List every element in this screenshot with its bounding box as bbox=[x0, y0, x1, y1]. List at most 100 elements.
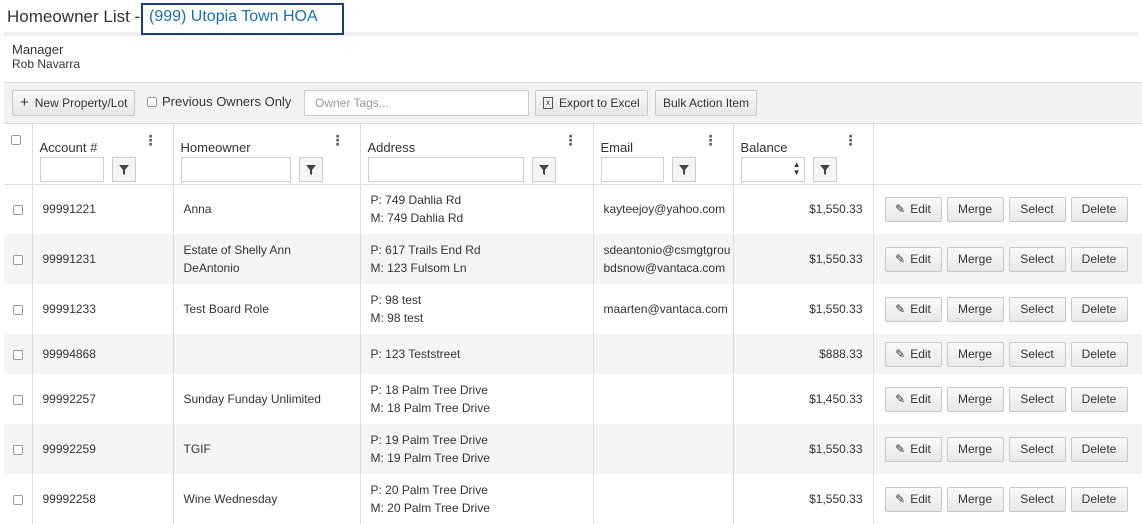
address-cell: P: 19 Palm Tree Drive M: 19 Palm Tree Dri… bbox=[360, 424, 594, 474]
email-cell: sdeantonio@csmgtgrou bdsnow@vantaca.com bbox=[593, 234, 734, 284]
email-header-label: Email bbox=[600, 140, 634, 155]
email-cell: maarten@vantaca.com bbox=[593, 284, 734, 334]
homeowner-column-header: Homeowner ⋮ bbox=[173, 124, 361, 185]
pencil-icon: ✎ bbox=[895, 302, 906, 316]
merge-button[interactable]: Merge bbox=[946, 386, 1004, 412]
delete-button[interactable]: Delete bbox=[1070, 386, 1128, 412]
homeowner-header-label: Homeowner bbox=[180, 140, 251, 155]
new-property-button[interactable]: + New Property/Lot bbox=[12, 90, 136, 116]
row-checkbox[interactable] bbox=[12, 205, 23, 216]
homeowner-filter-input[interactable] bbox=[180, 157, 291, 182]
account-cell: 99991231 bbox=[32, 234, 174, 284]
delete-button[interactable]: Delete bbox=[1070, 196, 1128, 222]
pencil-icon: ✎ bbox=[895, 202, 906, 217]
pencil-icon: ✎ bbox=[895, 392, 906, 406]
email-filter-input[interactable] bbox=[600, 157, 664, 182]
previous-owners-label: Previous Owners Only bbox=[162, 94, 292, 109]
merge-button[interactable]: Merge bbox=[946, 436, 1004, 462]
edit-button[interactable]: ✎ Edit bbox=[884, 386, 942, 412]
delete-button[interactable]: Delete bbox=[1070, 296, 1128, 322]
pencil-icon: ✎ bbox=[895, 492, 906, 506]
account-cell: 99992259 bbox=[32, 424, 174, 474]
column-menu-icon[interactable]: ⋮ bbox=[331, 133, 345, 147]
row-checkbox[interactable] bbox=[12, 394, 23, 405]
manager-name: Rob Navarra bbox=[12, 57, 81, 71]
email-column-header: Email ⋮ bbox=[593, 124, 734, 185]
row-checkbox[interactable] bbox=[12, 349, 23, 360]
homeowner-cell: Test Board Role bbox=[173, 284, 361, 334]
address-cell: P: 123 Teststreet bbox=[360, 334, 594, 374]
filter-icon[interactable] bbox=[298, 157, 323, 182]
edit-button[interactable]: ✎ Edit bbox=[884, 436, 942, 462]
homeowner-cell: Anna bbox=[173, 184, 361, 234]
select-button[interactable]: Select bbox=[1008, 341, 1066, 367]
table-row: 99994868 P: 123 Teststreet $888.33 ✎ Edit… bbox=[4, 334, 1142, 374]
actions-cell: ✎ Edit Merge Select Delete bbox=[873, 334, 1142, 374]
manager-label: Manager bbox=[12, 42, 64, 57]
address-filter-input[interactable] bbox=[367, 157, 524, 182]
edit-button[interactable]: ✎ Edit bbox=[884, 341, 942, 367]
select-button[interactable]: Select bbox=[1008, 486, 1066, 512]
column-menu-icon[interactable]: ⋮ bbox=[844, 133, 858, 147]
filter-icon[interactable] bbox=[812, 157, 837, 182]
select-all-checkbox[interactable] bbox=[11, 135, 21, 145]
previous-owners-toggle[interactable]: Previous Owners Only bbox=[147, 94, 291, 109]
column-menu-icon[interactable]: ⋮ bbox=[564, 133, 578, 147]
filter-icon[interactable] bbox=[671, 157, 696, 182]
export-excel-label: Export to Excel bbox=[559, 96, 640, 110]
account-column-header: Account # ⋮ bbox=[32, 124, 174, 185]
filter-icon[interactable] bbox=[531, 157, 556, 182]
address-cell: P: 18 Palm Tree Drive M: 18 Palm Tree Dri… bbox=[360, 374, 594, 424]
column-menu-icon[interactable]: ⋮ bbox=[144, 133, 158, 147]
balance-column-header: Balance ⋮ ▲ ▼ bbox=[733, 124, 874, 185]
select-button[interactable]: Select bbox=[1008, 196, 1066, 222]
account-filter-input[interactable] bbox=[39, 157, 104, 182]
edit-button[interactable]: ✎ Edit bbox=[884, 196, 942, 222]
bulk-action-label: Bulk Action Item bbox=[663, 96, 750, 110]
delete-button[interactable]: Delete bbox=[1070, 436, 1128, 462]
owner-tags-input[interactable] bbox=[304, 90, 529, 116]
bulk-action-button[interactable]: Bulk Action Item bbox=[655, 90, 758, 116]
hoa-link[interactable]: (999) Utopia Town HOA bbox=[141, 3, 344, 35]
edit-button[interactable]: ✎ Edit bbox=[884, 246, 942, 272]
balance-cell: $1,550.33 bbox=[733, 424, 874, 474]
merge-button[interactable]: Merge bbox=[946, 341, 1004, 367]
delete-button[interactable]: Delete bbox=[1070, 486, 1128, 512]
account-cell: 99994868 bbox=[32, 334, 174, 374]
merge-button[interactable]: Merge bbox=[946, 486, 1004, 512]
balance-cell: $1,550.33 bbox=[733, 234, 874, 284]
select-button[interactable]: Select bbox=[1008, 386, 1066, 412]
row-checkbox[interactable] bbox=[12, 254, 23, 265]
merge-button[interactable]: Merge bbox=[946, 196, 1004, 222]
merge-button[interactable]: Merge bbox=[946, 246, 1004, 272]
delete-button[interactable]: Delete bbox=[1070, 341, 1128, 367]
homeowner-cell bbox=[173, 334, 361, 374]
select-button[interactable]: Select bbox=[1008, 246, 1066, 272]
address-cell: P: 617 Trails End Rd M: 123 Fulsom Ln bbox=[360, 234, 594, 284]
account-cell: 99992257 bbox=[32, 374, 174, 424]
select-button[interactable]: Select bbox=[1008, 436, 1066, 462]
delete-button[interactable]: Delete bbox=[1070, 246, 1128, 272]
edit-button[interactable]: ✎ Edit bbox=[884, 296, 942, 322]
edit-button[interactable]: ✎ Edit bbox=[884, 486, 942, 512]
select-button[interactable]: Select bbox=[1008, 296, 1066, 322]
previous-owners-checkbox[interactable] bbox=[147, 96, 157, 107]
plus-icon: + bbox=[20, 94, 29, 111]
account-header-label: Account # bbox=[39, 140, 98, 155]
spinner-icon[interactable]: ▲ ▼ bbox=[793, 161, 801, 177]
balance-cell: $1,550.33 bbox=[733, 284, 874, 334]
address-cell: P: 749 Dahlia Rd M: 749 Dahlia Rd bbox=[360, 184, 594, 234]
excel-icon: x bbox=[543, 97, 553, 109]
table-row: 99991221 Anna P: 749 Dahlia Rd M: 749 Dah… bbox=[4, 184, 1142, 234]
merge-button[interactable]: Merge bbox=[946, 296, 1004, 322]
row-checkbox[interactable] bbox=[12, 494, 23, 505]
email-cell bbox=[593, 334, 734, 374]
column-menu-icon[interactable]: ⋮ bbox=[704, 133, 718, 147]
filter-icon[interactable] bbox=[111, 157, 136, 182]
row-checkbox[interactable] bbox=[12, 304, 23, 315]
export-excel-button[interactable]: x Export to Excel bbox=[535, 90, 648, 116]
homeowner-cell: Sunday Funday Unlimited bbox=[173, 374, 361, 424]
row-checkbox[interactable] bbox=[12, 444, 23, 455]
actions-column-header bbox=[873, 124, 1142, 185]
actions-cell: ✎ Edit Merge Select Delete bbox=[873, 284, 1142, 334]
